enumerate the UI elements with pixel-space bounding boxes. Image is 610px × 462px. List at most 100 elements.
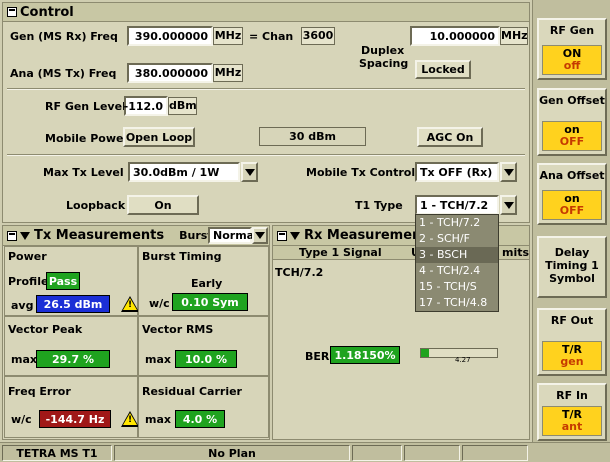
mobile-power-button[interactable]: Open Loop <box>123 127 195 147</box>
control-title: Control <box>20 4 74 20</box>
t1-type-dropdown-list[interactable]: 1 - TCH/7.2 2 - SCH/F 3 - BSCH 4 - TCH/2.4 1… <box>415 214 499 312</box>
rf-gen-level-unit: dBm <box>168 97 197 115</box>
dropdown-option[interactable]: 2 - SCH/F <box>416 231 498 247</box>
rf-gen-level-field[interactable]: -112.0 <box>124 96 168 116</box>
softkey-status: ON off <box>542 45 602 75</box>
softkey-title: RF Out <box>550 314 594 327</box>
mobile-tx-control-dropdown[interactable]: Tx OFF (Rx) <box>415 162 499 182</box>
rf-gen-level-label: RF Gen Level <box>45 100 126 113</box>
triangle-down-icon[interactable] <box>20 231 30 240</box>
gen-offset-softkey[interactable]: Gen Offset on OFF <box>537 88 607 156</box>
plan-indicator: No Plan <box>114 445 350 461</box>
ana-freq-label: Ana (MS Tx) Freq <box>10 67 117 80</box>
softkey-title: Gen Offset <box>539 94 605 107</box>
ber-limit-label: 4.27 <box>455 356 471 364</box>
burst-timing-value: 0.10 Sym <box>172 293 248 311</box>
t1-type-label: T1 Type <box>355 199 403 212</box>
tx-measurements-panel: Tx Measurements Burst Normal Power Profi… <box>2 225 270 440</box>
dropdown-option[interactable]: 3 - BSCH <box>416 247 498 263</box>
softkey-status: on OFF <box>542 121 602 151</box>
vector-peak-label: Vector Peak <box>8 323 83 336</box>
power-label: Power <box>8 250 47 263</box>
residual-carrier-cell: Residual Carrier max 4.0 % <box>138 376 269 438</box>
max-tx-level-dropdown[interactable]: 30.0dBm / 1W <box>128 162 240 182</box>
dropdown-option[interactable]: 4 - TCH/2.4 <box>416 263 498 279</box>
residual-carrier-value: 4.0 % <box>175 410 225 428</box>
agc-on-button[interactable]: AGC On <box>417 127 483 147</box>
rx-title: Rx Measuremen <box>304 228 422 243</box>
separator <box>7 88 525 90</box>
status-slot <box>404 445 460 461</box>
softkey-title: RF In <box>556 389 588 402</box>
vector-rms-cell: Vector RMS max 10.0 % <box>138 316 269 376</box>
window-box-icon[interactable] <box>7 7 17 17</box>
avg-label: avg <box>11 299 34 312</box>
loopback-button[interactable]: On <box>127 195 199 215</box>
vector-peak-cell: Vector Peak max 29.7 % <box>4 316 138 376</box>
softkey-status: T/R ant <box>542 406 602 436</box>
warning-icon: ! <box>121 411 139 427</box>
gen-freq-label: Gen (MS Rx) Freq <box>10 30 118 43</box>
rf-gen-softkey[interactable]: RF Gen ON off <box>537 18 607 80</box>
status-slot <box>462 445 528 461</box>
duplex-spacing-field[interactable]: 10.000000 <box>410 26 500 46</box>
burst-timing-state: Early <box>191 277 223 290</box>
chevron-down-icon[interactable] <box>252 227 268 244</box>
t1-type-dropdown[interactable]: 1 - TCH/7.2 <box>415 195 499 215</box>
rf-in-softkey[interactable]: RF In T/R ant <box>537 383 607 441</box>
ber-value: 1.18150% <box>330 346 400 364</box>
mode-indicator: TETRA MS T1 <box>2 445 112 461</box>
profile-label: Profile <box>8 275 49 288</box>
ana-offset-softkey[interactable]: Ana Offset on OFF <box>537 163 607 225</box>
dropdown-option[interactable]: 17 - TCH/4.8 <box>416 295 498 311</box>
warning-icon: ! <box>121 296 139 312</box>
vector-peak-value: 29.7 % <box>36 350 110 368</box>
rf-out-softkey[interactable]: RF Out T/R gen <box>537 308 607 376</box>
delay-timing-softkey[interactable]: Delay Timing 1 Symbol <box>537 236 607 298</box>
softkey-title: Ana Offset <box>539 169 605 182</box>
softkey-column: RF Gen ON off Gen Offset on OFF Ana Offset… <box>532 0 610 462</box>
dropdown-option[interactable]: 1 - TCH/7.2 <box>416 215 498 231</box>
ana-freq-field[interactable]: 380.000000 <box>127 63 213 83</box>
ber-bar-fill <box>421 349 429 357</box>
col-type-signal: Type 1 Signal <box>299 246 382 259</box>
gen-freq-field[interactable]: 390.000000 <box>127 26 213 46</box>
residual-carrier-label: Residual Carrier <box>142 385 242 398</box>
mobile-power-label: Mobile Power <box>45 132 129 145</box>
rx-signal-type: TCH/7.2 <box>275 266 324 279</box>
wc-label: w/c <box>149 297 170 310</box>
duplex-locked-button[interactable]: Locked <box>415 60 471 79</box>
chevron-down-icon[interactable] <box>241 162 258 182</box>
softkey-title: RF Gen <box>549 24 595 37</box>
max-tx-level-label: Max Tx Level <box>43 166 124 179</box>
mobile-power-dbm: 30 dBm <box>259 127 366 146</box>
freq-error-cell: Freq Error w/c -144.7 Hz ! <box>4 376 139 438</box>
power-cell: Power Profile Pass avg 26.5 dBm ! <box>4 246 139 316</box>
softkey-status: T/R gen <box>542 341 602 371</box>
max-label: max <box>11 353 37 366</box>
freq-error-label: Freq Error <box>8 385 71 398</box>
chevron-down-icon[interactable] <box>500 162 517 182</box>
separator <box>7 154 525 156</box>
window-box-icon[interactable] <box>277 230 287 241</box>
chan-value: 3600 <box>301 27 335 45</box>
chevron-down-icon[interactable] <box>500 195 517 215</box>
duplex-label: Duplex <box>361 44 405 57</box>
softkey-status: on OFF <box>542 190 602 220</box>
vector-rms-value: 10.0 % <box>175 350 237 368</box>
burst-timing-label: Burst Timing <box>142 250 222 263</box>
avg-power-value: 26.5 dBm <box>36 295 110 313</box>
vector-rms-label: Vector RMS <box>142 323 214 336</box>
burst-type-dropdown[interactable]: Normal <box>208 227 258 244</box>
main-area: Control Gen (MS Rx) Freq 390.000000 MHz … <box>0 0 532 462</box>
triangle-down-icon[interactable] <box>290 231 300 240</box>
control-panel: Control Gen (MS Rx) Freq 390.000000 MHz … <box>2 2 530 223</box>
dropdown-option[interactable]: 15 - TCH/S <box>416 279 498 295</box>
wc-label: w/c <box>11 413 32 426</box>
chan-label: = Chan <box>249 30 294 43</box>
max-label: max <box>145 353 171 366</box>
status-slot <box>352 445 402 461</box>
status-bar: TETRA MS T1 No Plan <box>0 442 610 462</box>
window-box-icon[interactable] <box>7 230 17 241</box>
col-limits: mits <box>502 246 530 259</box>
